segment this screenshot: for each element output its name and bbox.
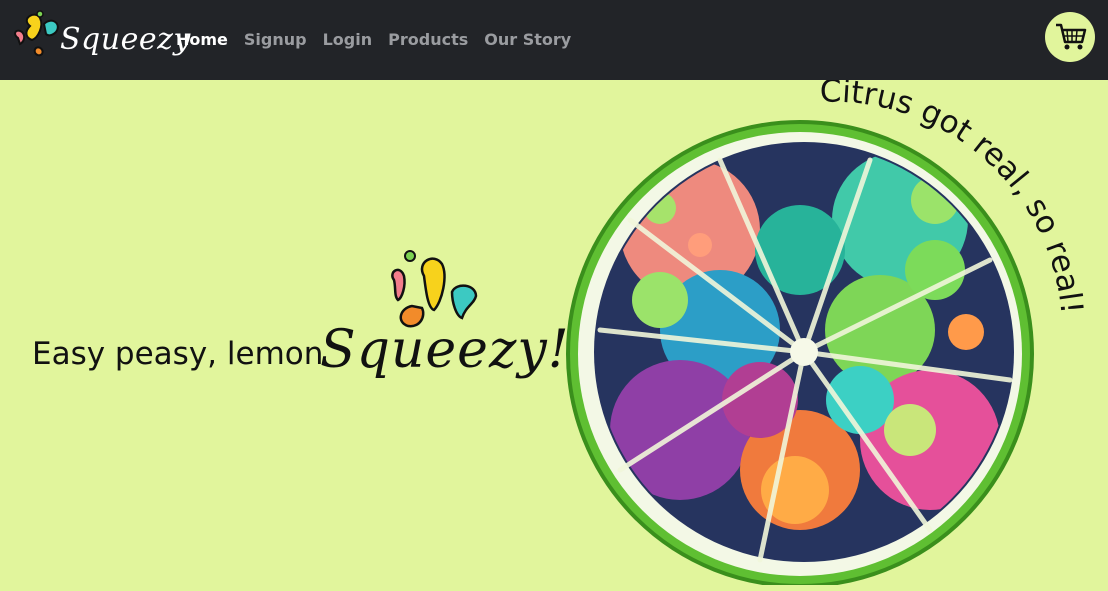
cart-button[interactable]: [1045, 12, 1095, 62]
navbar: Squeezy Home Signup Login Products Our S…: [0, 0, 1108, 80]
logo-wordmark: Squeezy: [60, 22, 191, 57]
juice-splash-logo-icon: [14, 10, 59, 57]
nav-link-products[interactable]: Products: [388, 30, 468, 49]
nav-link-our-story[interactable]: Our Story: [484, 30, 571, 49]
citrus-slice-illustration: Citrus got real, so real!: [566, 80, 1089, 585]
site-logo[interactable]: Squeezy: [10, 8, 190, 70]
nav-link-login[interactable]: Login: [323, 30, 373, 49]
tagline-text: Easy peasy, lemon: [32, 336, 324, 372]
nav-link-home[interactable]: Home: [176, 30, 228, 49]
main-nav: Home Signup Login Products Our Story: [176, 30, 571, 49]
hero-tagline: Easy peasy, lemon Squeezy!: [32, 318, 569, 408]
tagline-brand: Squeezy!: [320, 320, 570, 380]
shopping-cart-icon: [1056, 23, 1087, 50]
nav-link-signup[interactable]: Signup: [244, 30, 307, 49]
